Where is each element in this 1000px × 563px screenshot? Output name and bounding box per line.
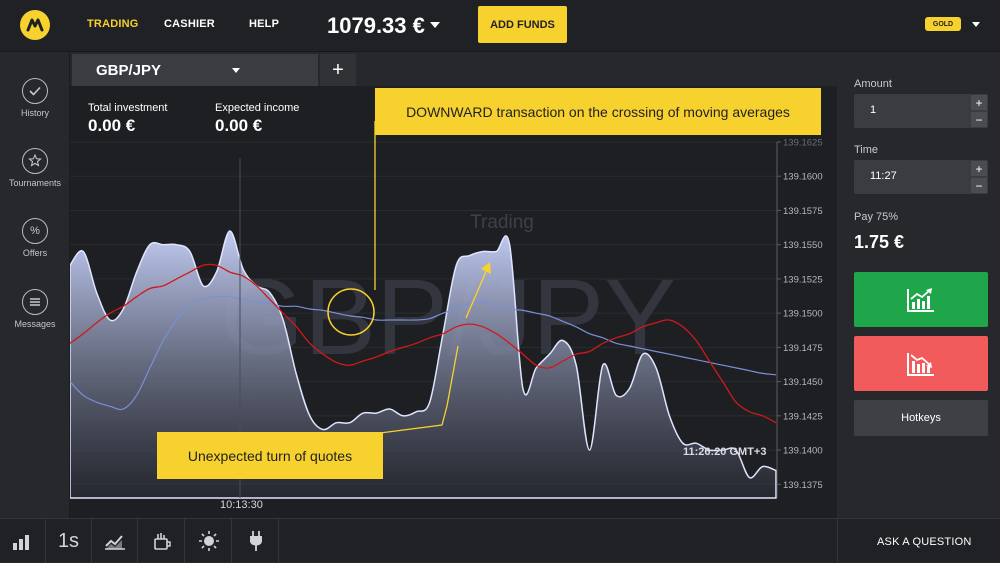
callout-downward: DOWNWARD transaction on the crossing of …: [375, 88, 821, 135]
pay-label: Pay 75%: [854, 211, 899, 223]
add-funds-button[interactable]: ADD FUNDS: [478, 6, 567, 43]
amount-field[interactable]: 1 + −: [854, 94, 988, 128]
trend-chart-icon: [104, 535, 125, 550]
connection-button[interactable]: [233, 519, 279, 563]
percent-icon: %: [22, 218, 48, 244]
status-badge: GOLD: [925, 17, 961, 31]
hotkeys-button[interactable]: Hotkeys: [854, 400, 988, 436]
plug-icon: [249, 531, 262, 551]
nav-trading[interactable]: TRADING: [87, 18, 139, 30]
messages-icon: [22, 289, 48, 315]
y-tick-label: 139.1525: [783, 274, 823, 285]
sidebar: History Tournaments % Offers Messages: [0, 52, 70, 556]
y-tick-label: 139.1600: [783, 172, 823, 183]
price-chart[interactable]: Trading GBP/JPY 139.1625139.1600139.1575…: [70, 86, 837, 518]
expected-income-value: 0.00 €: [215, 116, 263, 135]
sidebar-item-history[interactable]: History: [0, 78, 70, 118]
sidebar-item-messages[interactable]: Messages: [0, 289, 70, 329]
y-tick-label: 139.1375: [783, 480, 823, 491]
x-axis-label: 10:13:30: [220, 499, 263, 511]
indicators-button[interactable]: [92, 519, 138, 563]
y-tick-label: 139.1575: [783, 206, 823, 217]
sidebar-item-label: Offers: [22, 248, 48, 258]
time-label: Time: [854, 144, 879, 156]
chart-up-icon: [907, 287, 934, 312]
interval-button[interactable]: 1s: [46, 519, 92, 563]
time-value: 11:27: [870, 170, 897, 182]
tab-asset[interactable]: GBP/JPY: [72, 54, 318, 86]
amount-plus-button[interactable]: +: [971, 95, 987, 110]
bar-chart-icon: [12, 535, 29, 550]
trophy-icon: [22, 148, 48, 174]
y-tick-label: 139.1425: [783, 411, 823, 422]
watermark-trading: Trading: [470, 212, 534, 233]
nav-help[interactable]: HELP: [249, 18, 279, 30]
total-investment-value: 0.00 €: [88, 116, 136, 135]
amount-value: 1: [870, 104, 877, 116]
balance-dropdown-icon[interactable]: [430, 22, 440, 28]
expected-income-label: Expected income: [215, 102, 300, 114]
ask-question-link[interactable]: ASK A QUESTION: [877, 536, 972, 548]
callout-unexpected-turn: Unexpected turn of quotes: [157, 432, 383, 479]
theme-button[interactable]: [186, 519, 232, 563]
sidebar-item-label: Messages: [14, 319, 56, 329]
account-balance[interactable]: 1079.33 €: [327, 13, 425, 39]
nav-cashier[interactable]: CASHIER: [164, 18, 215, 30]
y-tick-label: 139.1625: [783, 138, 823, 149]
time-minus-button[interactable]: −: [971, 178, 987, 193]
drawing-tools-button[interactable]: [139, 519, 185, 563]
chart-down-icon: [907, 352, 934, 376]
sidebar-item-tournaments[interactable]: Tournaments: [0, 148, 70, 188]
y-tick-label: 139.1450: [783, 377, 823, 388]
sidebar-item-offers[interactable]: % Offers: [0, 218, 70, 258]
asset-name: GBP/JPY: [96, 62, 162, 79]
trade-panel: Amount 1 + − Time 11:27 + − Pay 75% 1.75…: [838, 52, 1000, 518]
brand-logo[interactable]: [20, 10, 50, 40]
bottom-toolbar: 1s ASK A QUESTION: [0, 518, 1000, 563]
trade-down-button[interactable]: [854, 336, 988, 391]
add-tab-button[interactable]: +: [320, 54, 356, 86]
time-field[interactable]: 11:27 + −: [854, 160, 988, 194]
sidebar-item-label: History: [20, 108, 49, 118]
pay-value: 1.75 €: [854, 232, 905, 252]
trade-up-button[interactable]: [854, 272, 988, 327]
sidebar-item-label: Tournaments: [8, 178, 62, 188]
top-bar: TRADING CASHIER HELP 1079.33 € ADD FUNDS…: [0, 0, 1000, 52]
chart-clock: 11:26:20 GMT+3: [683, 446, 767, 458]
amount-label: Amount: [854, 78, 892, 90]
check-icon: [22, 78, 48, 104]
chart-type-button[interactable]: [0, 519, 46, 563]
asset-dropdown-icon[interactable]: [232, 68, 240, 73]
account-dropdown-icon[interactable]: [972, 22, 980, 27]
sun-icon: [198, 531, 219, 551]
y-tick-label: 139.1475: [783, 343, 823, 354]
y-tick-label: 139.1500: [783, 309, 823, 320]
asset-tab-bar: GBP/JPY +: [70, 52, 837, 86]
panel-divider: [837, 518, 838, 562]
tools-icon: [153, 533, 171, 550]
amount-minus-button[interactable]: −: [971, 112, 987, 127]
y-tick-label: 139.1550: [783, 240, 823, 251]
total-investment-label: Total investment: [88, 102, 168, 114]
y-tick-label: 139.1400: [783, 446, 823, 457]
time-plus-button[interactable]: +: [971, 161, 987, 176]
